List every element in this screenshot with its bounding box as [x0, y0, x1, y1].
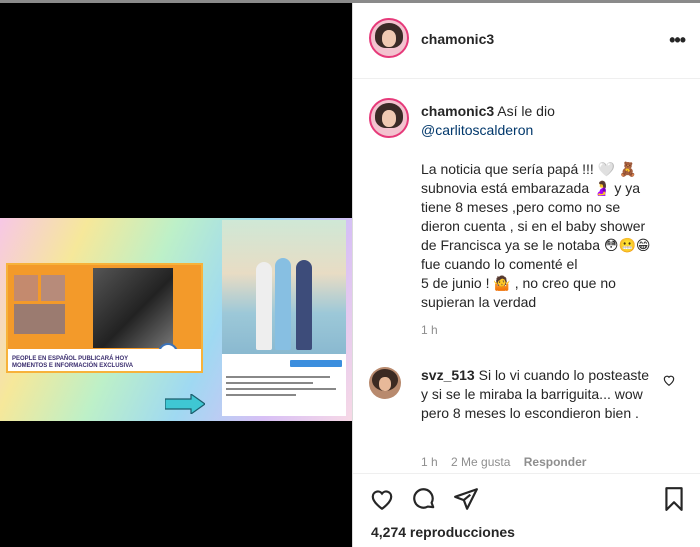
- tv-lower-line-1: PEOPLE EN ESPAÑOL PUBLICARÁ HOY: [12, 356, 129, 362]
- more-options-icon[interactable]: •••: [669, 30, 686, 51]
- tv-person-1: [14, 275, 38, 301]
- comment-username[interactable]: svz_513: [421, 367, 475, 383]
- comment-avatar[interactable]: [369, 367, 401, 399]
- post-caption: chamonic3 Así le dio @carlitoscalderon L…: [421, 102, 691, 312]
- video-frame[interactable]: PEOPLE EN ESPAÑOL PUBLICARÁ HOY MOMENTOS…: [0, 218, 352, 421]
- arrow-icon: [165, 394, 205, 414]
- bookmark-icon[interactable]: [661, 486, 687, 512]
- tv-couple-photo: [93, 268, 173, 348]
- view-count[interactable]: 4,274 reproducciones: [371, 524, 515, 540]
- header-username[interactable]: chamonic3: [421, 31, 494, 47]
- reply-button[interactable]: Responder: [524, 455, 587, 469]
- comment-like-heart-icon[interactable]: [662, 373, 676, 387]
- avatar[interactable]: [369, 18, 409, 58]
- comment-icon[interactable]: [411, 486, 437, 512]
- heart-icon[interactable]: [369, 486, 395, 512]
- photo-figure-2: [275, 258, 291, 350]
- tv-person-2: [41, 275, 65, 301]
- action-bar: 4,274 reproducciones: [353, 473, 700, 547]
- caption-avatar[interactable]: [369, 98, 409, 138]
- caption-intro: Así le dio: [497, 103, 555, 119]
- tv-person-3: [14, 304, 65, 334]
- caption-username[interactable]: chamonic3: [421, 103, 494, 119]
- comment: svz_513 Si lo vi cuando lo posteaste y s…: [421, 366, 651, 423]
- instagram-post-screenshot: [222, 220, 346, 416]
- comment-timestamp[interactable]: 1 h: [421, 455, 438, 469]
- screenshot-button: [290, 360, 342, 367]
- caption-body: La noticia que sería papá !!! 🤍 🧸 subnov…: [421, 161, 651, 310]
- post-header: chamonic3 •••: [353, 3, 700, 79]
- caption-timestamp[interactable]: 1 h: [421, 323, 438, 337]
- tv-screenshot: PEOPLE EN ESPAÑOL PUBLICARÁ HOY MOMENTOS…: [6, 263, 203, 373]
- baby-shower-photo: [222, 220, 346, 354]
- caption-mention[interactable]: @carlitoscalderon: [421, 121, 691, 140]
- comment-likes[interactable]: 2 Me gusta: [451, 455, 510, 469]
- media-pane[interactable]: PEOPLE EN ESPAÑOL PUBLICARÁ HOY MOMENTOS…: [0, 3, 352, 547]
- photo-figure-1: [256, 262, 272, 350]
- photo-figure-3: [296, 260, 312, 350]
- post-panel: chamonic3 ••• chamonic3 Así le dio @carl…: [352, 3, 700, 547]
- comment-meta: 1 h 2 Me gusta Responder: [421, 455, 596, 469]
- tv-lower-line-2: MOMENTOS E INFORMACIÓN EXCLUSIVA: [12, 363, 134, 369]
- screenshot-caption-lines: [226, 376, 342, 400]
- share-icon[interactable]: [453, 486, 479, 512]
